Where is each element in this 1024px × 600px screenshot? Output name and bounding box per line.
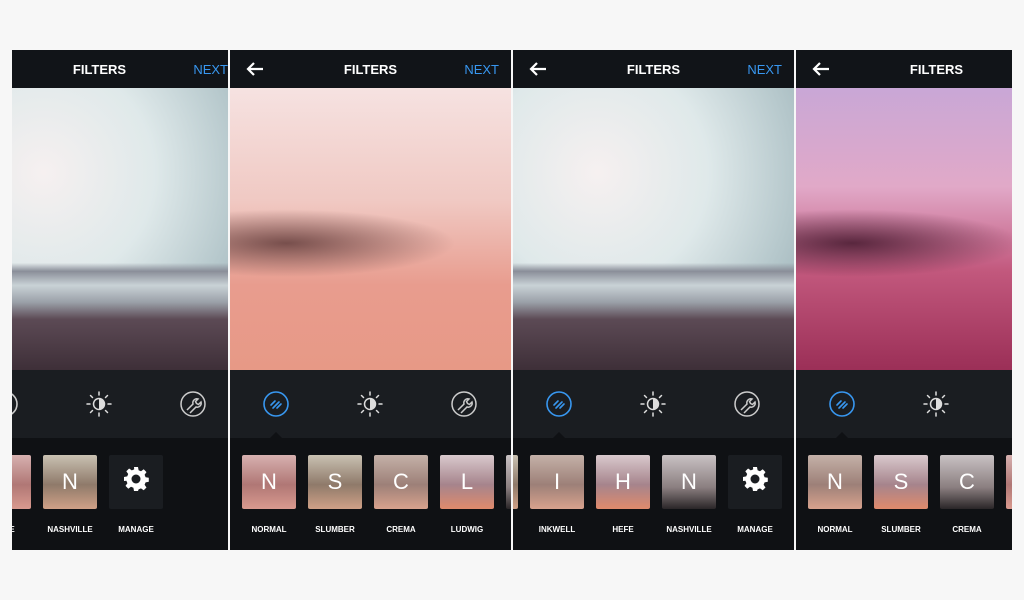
- lux-icon[interactable]: [828, 390, 856, 418]
- filter-item[interactable]: L LUDWIG: [440, 455, 494, 534]
- brightness-icon[interactable]: [356, 390, 384, 418]
- filter-thumbnail[interactable]: C: [940, 455, 994, 509]
- filter-label: HEFE: [612, 525, 634, 534]
- filter-label: NASHVILLE: [666, 525, 712, 534]
- filter-item[interactable]: C CREMA: [374, 455, 428, 534]
- tool-bar: [796, 370, 1012, 438]
- filter-thumbnail[interactable]: N: [242, 455, 296, 509]
- filter-screen: FILTERS NEXT N NORMAL S SLUMBER C CREMA …: [230, 50, 511, 550]
- filter-thumbnail[interactable]: N: [43, 455, 97, 509]
- top-bar: FILTERS: [796, 50, 1012, 88]
- filter-item[interactable]: N NASHVILLE: [43, 455, 97, 534]
- lux-icon[interactable]: [545, 390, 573, 418]
- filter-item[interactable]: H HEFE: [596, 455, 650, 534]
- top-bar: FILTERS NEXT: [12, 50, 228, 88]
- filter-thumbnail[interactable]: S: [308, 455, 362, 509]
- photo-preview: [12, 88, 228, 370]
- filter-thumbnail[interactable]: L: [440, 455, 494, 509]
- wrench-icon[interactable]: [179, 390, 207, 418]
- gear-icon: [741, 465, 769, 499]
- photo-preview: [513, 88, 794, 370]
- next-button[interactable]: NEXT: [464, 62, 499, 77]
- filter-label: NORMAL: [251, 525, 287, 534]
- next-button[interactable]: NEXT: [193, 62, 228, 77]
- filter-strip[interactable]: I INKWELL H HEFE N NASHVILLE MANAGE: [513, 438, 794, 550]
- tool-bar: [513, 370, 794, 438]
- page-title: FILTERS: [909, 62, 964, 77]
- filter-label: SLUMBER: [315, 525, 355, 534]
- filter-thumbnail[interactable]: [109, 455, 163, 509]
- filter-label: CREMA: [386, 525, 416, 534]
- filter-thumbnail[interactable]: S: [874, 455, 928, 509]
- filter-thumbnail[interactable]: H: [12, 455, 31, 509]
- filter-thumbnail[interactable]: [728, 455, 782, 509]
- filter-item[interactable]: [513, 455, 518, 525]
- top-bar: FILTERS NEXT: [230, 50, 511, 88]
- filter-thumbnail[interactable]: [513, 455, 518, 509]
- brightness-icon[interactable]: [639, 390, 667, 418]
- filter-label: LUDWIG: [450, 525, 484, 534]
- filter-thumbnail[interactable]: H: [596, 455, 650, 509]
- filter-item[interactable]: N NORMAL: [242, 455, 296, 534]
- filter-thumbnail[interactable]: [506, 455, 511, 509]
- filter-strip[interactable]: H HEFE N NASHVILLE MANAGE: [12, 438, 228, 550]
- filter-label: NORMAL: [817, 525, 853, 534]
- filter-item[interactable]: I INKWELL: [530, 455, 584, 534]
- wrench-icon[interactable]: [450, 390, 478, 418]
- filter-item[interactable]: N NASHVILLE: [662, 455, 716, 534]
- filter-label: MANAGE: [737, 525, 773, 534]
- filter-item[interactable]: MANAGE: [109, 455, 163, 534]
- lux-icon[interactable]: [12, 390, 19, 418]
- photo-preview: [230, 88, 511, 370]
- filter-thumbnail[interactable]: N: [662, 455, 716, 509]
- brightness-icon[interactable]: [922, 390, 950, 418]
- filter-screen: FILTERS N NORMAL S SLUMBER C CREMA: [796, 50, 1012, 550]
- filter-item[interactable]: S SLUMBER: [874, 455, 928, 534]
- filter-thumbnail[interactable]: I: [530, 455, 584, 509]
- lux-icon[interactable]: [262, 390, 290, 418]
- filter-label: SLUMBER: [881, 525, 921, 534]
- next-button[interactable]: NEXT: [747, 62, 782, 77]
- tool-bar: [12, 370, 228, 438]
- tool-bar: [230, 370, 511, 438]
- filter-screen: FILTERS NEXT H HEFE N NASHVILLE MANAGE: [12, 50, 228, 550]
- wrench-icon[interactable]: [733, 390, 761, 418]
- filter-screen: FILTERS NEXT I INKWELL H HEFE N NASHVILL…: [513, 50, 794, 550]
- filter-strip[interactable]: N NORMAL S SLUMBER C CREMA L LUDWIG: [230, 438, 511, 550]
- filter-item[interactable]: N NORMAL: [808, 455, 862, 534]
- filter-label: MANAGE: [118, 525, 154, 534]
- filter-label: INKWELL: [538, 525, 576, 534]
- filter-label: NASHVILLE: [47, 525, 93, 534]
- filter-item[interactable]: C CREMA: [940, 455, 994, 534]
- filter-label: CREMA: [952, 525, 982, 534]
- filter-item[interactable]: MANAGE: [728, 455, 782, 534]
- filter-thumbnail[interactable]: N: [808, 455, 862, 509]
- filter-thumbnail[interactable]: [1006, 455, 1012, 509]
- photo-preview: [796, 88, 1012, 370]
- top-bar: FILTERS NEXT: [513, 50, 794, 88]
- filter-strip[interactable]: N NORMAL S SLUMBER C CREMA: [796, 438, 1012, 550]
- filter-item[interactable]: S SLUMBER: [308, 455, 362, 534]
- filter-item[interactable]: [506, 455, 511, 525]
- gear-icon: [122, 465, 150, 499]
- filter-item[interactable]: H HEFE: [12, 455, 31, 534]
- filter-thumbnail[interactable]: C: [374, 455, 428, 509]
- filter-item[interactable]: [1006, 455, 1012, 525]
- brightness-icon[interactable]: [85, 390, 113, 418]
